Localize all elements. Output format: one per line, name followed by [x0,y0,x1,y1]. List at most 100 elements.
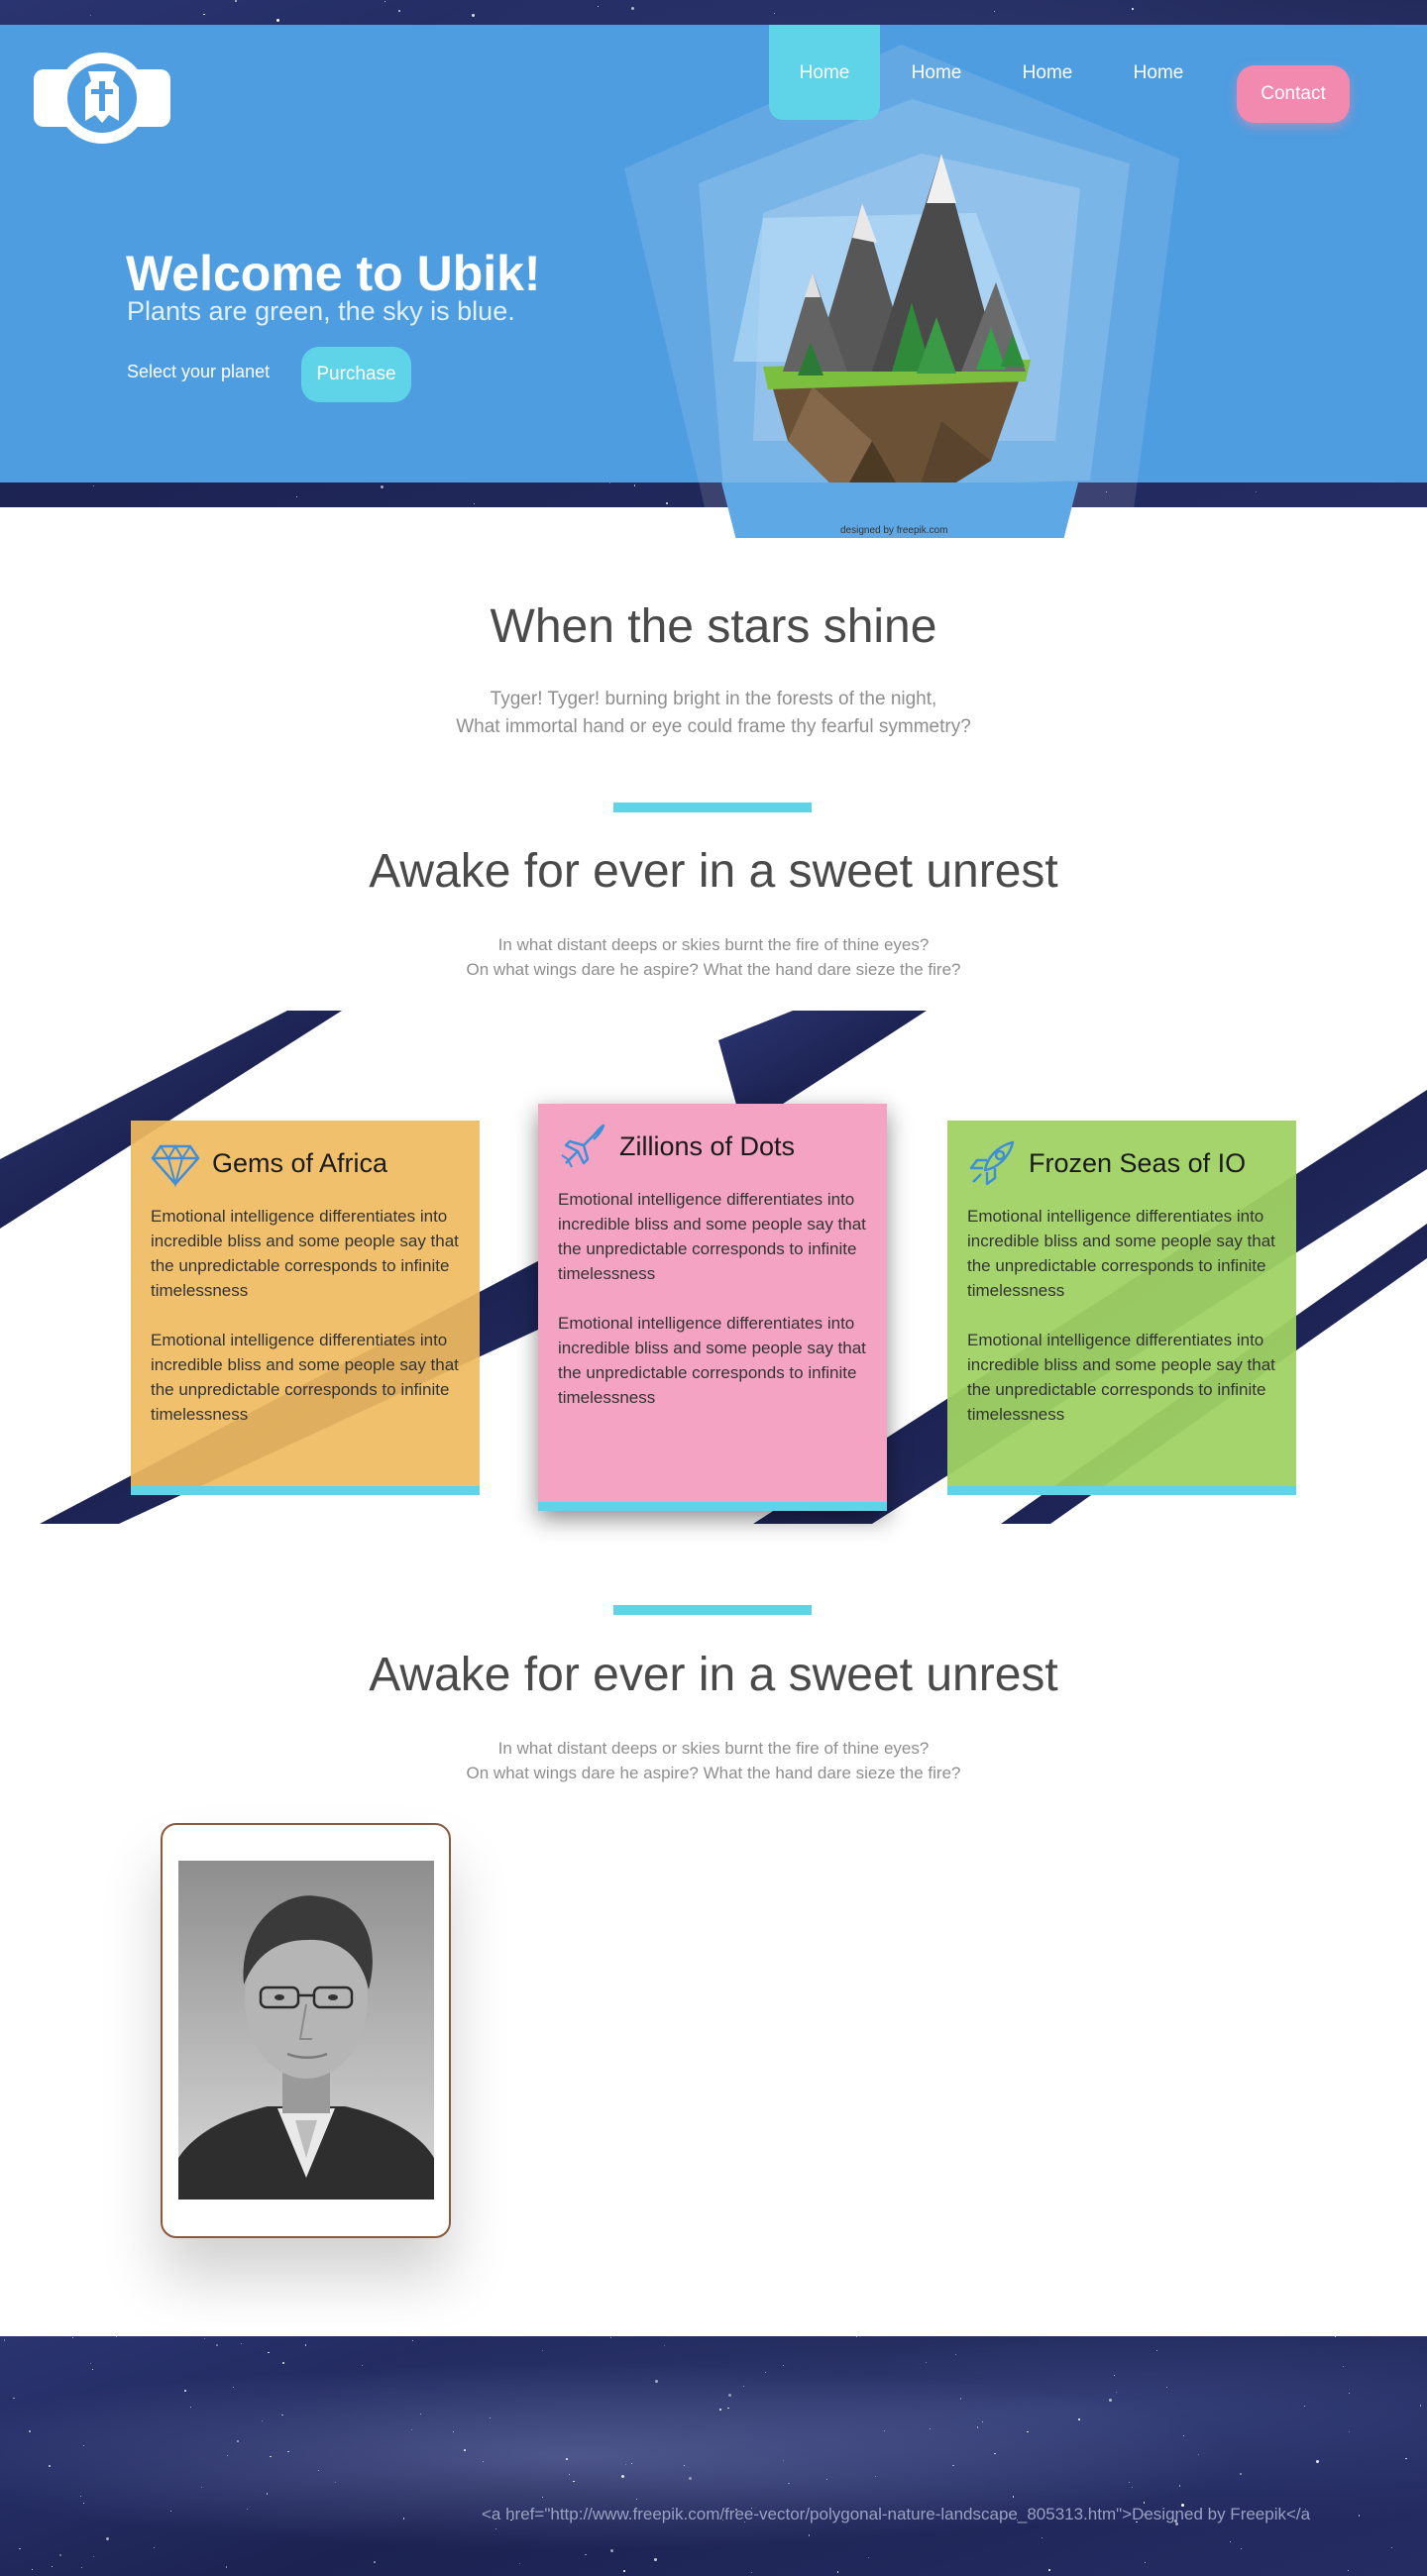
star-dot [727,2407,729,2410]
star-dot [929,2427,932,2430]
footer-credit-text[interactable]: <a href="http://www.freepik.com/free-vec… [482,2505,1310,2524]
card-paragraph: Emotional intelligence differentiates in… [151,1331,459,1424]
star-dot [318,2470,319,2472]
star-dot [296,496,298,498]
star-dot [29,2430,31,2432]
star-dot [1109,2399,1113,2403]
star-dot [1358,2515,1361,2517]
star-dot [664,2345,666,2347]
star-dot [3,2339,6,2341]
star-dot [1198,2453,1200,2455]
feature-card-frozen-seas: Frozen Seas of IO Emotional intelligence… [947,1121,1296,1495]
star-dot [226,2455,228,2457]
star-dot [623,2570,625,2572]
star-dot [684,2464,686,2466]
star-dot [153,2547,155,2549]
star-dot [542,2349,544,2351]
star-dot [237,2440,239,2442]
star-dot [610,2337,612,2339]
star-dot [204,2337,206,2339]
star-dot [201,2486,203,2488]
image-credit: designed by freepik.com [840,525,948,536]
star-dot [719,2409,721,2411]
section-text-unrest-2: In what distant deeps or skies burnt the… [0,1736,1427,1785]
card-header: Frozen Seas of IO [967,1136,1276,1190]
star-dot [1405,2457,1407,2460]
star-dot [621,2475,625,2479]
star-dot [1178,2485,1181,2487]
card-paragraph: Emotional intelligence differentiates in… [558,1190,866,1283]
star-dot [281,2414,283,2416]
section-text-unrest: In what distant deeps or skies burnt the… [0,932,1427,982]
card-header: Zillions of Dots [558,1120,867,1173]
star-dot [1304,2405,1306,2407]
star-dot [276,19,280,23]
profile-card[interactable] [161,1823,451,2238]
airplane-icon [561,1124,605,1168]
star-dot [115,2336,117,2338]
feature-card-dots: Zillions of Dots Emotional intelligence … [538,1104,887,1511]
contact-button[interactable]: Contact [1237,65,1350,123]
card-title: Zillions of Dots [619,1130,796,1161]
portrait-image [178,1861,434,2200]
star-dot [1348,2392,1351,2395]
section-title-stars: When the stars shine [490,600,937,653]
section-divider [613,1605,812,1615]
star-dot [568,2473,570,2475]
star-dot [1316,2460,1320,2464]
star-dot [402,2518,405,2520]
star-dot [954,2354,956,2356]
star-dot [241,2343,243,2345]
star-dot [89,14,92,17]
star-dot [268,2351,270,2354]
star-dot [410,2429,412,2431]
card-accent-bar [947,1486,1296,1495]
star-dot [1419,2405,1422,2407]
star-dot [783,2364,785,2366]
card-header: Gems of Africa [151,1136,460,1190]
nav-home-2[interactable]: Home [881,25,992,122]
card-paragraph: Emotional intelligence differentiates in… [967,1207,1275,1300]
nav-home-3[interactable]: Home [992,25,1103,122]
star-dot [654,2558,658,2562]
card-body: Emotional intelligence differentiates in… [558,1187,867,1410]
card-title: Gems of Africa [212,1147,388,1178]
star-dot [874,2475,876,2477]
star-dot [635,2498,637,2501]
star-dot [764,2371,767,2374]
star-dot [774,12,776,14]
main-navigation: Home Home Home Home [0,25,1427,122]
nav-home-1[interactable]: Home [769,25,880,120]
star-dot [1145,2561,1147,2563]
star-dot [566,2458,568,2460]
star-dot [411,2340,413,2342]
star-dot [1012,2496,1015,2498]
star-dot [1230,2540,1232,2542]
star-dot [1116,2392,1118,2394]
card-accent-bar [131,1486,480,1495]
star-dot [374,2561,376,2563]
nav-home-4[interactable]: Home [1103,25,1214,122]
select-planet-label: Select your planet [127,362,271,381]
section-divider [613,803,812,812]
purchase-button[interactable]: Purchase [301,347,411,402]
star-dot [573,2480,575,2483]
star-dot [1240,2547,1243,2550]
star-dot [585,2553,587,2556]
star-dot [883,2429,886,2432]
star-dot [13,2397,15,2400]
star-dot [169,2510,172,2513]
star-dot [473,502,475,504]
star-dot [49,2465,51,2467]
star-dot [71,2336,74,2339]
star-dot [610,2549,614,2553]
star-dot [925,2361,927,2363]
star-dot [80,2495,82,2497]
star-dot [190,2407,192,2409]
star-dot [32,2568,34,2570]
star-dot [262,2420,264,2422]
star-dot [1078,2418,1080,2420]
star-dot [1347,2569,1350,2572]
star-dot [742,2385,744,2387]
star-dot [287,2450,289,2453]
